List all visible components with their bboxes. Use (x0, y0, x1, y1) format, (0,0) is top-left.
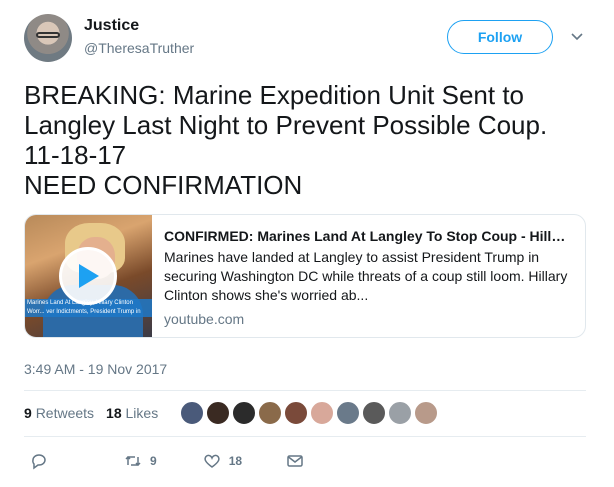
liker-avatar[interactable] (336, 401, 360, 425)
like-count: 18 (228, 454, 243, 468)
card-domain: youtube.com (164, 311, 245, 327)
liker-avatar[interactable] (362, 401, 386, 425)
tweet-timestamp[interactable]: 3:49 AM - 19 Nov 2017 (24, 361, 167, 377)
liker-avatar[interactable] (388, 401, 412, 425)
avatar[interactable] (24, 14, 72, 62)
retweet-button[interactable]: 9 (124, 452, 157, 470)
divider (24, 390, 586, 391)
liker-avatars (180, 401, 440, 425)
like-button[interactable]: 18 (203, 452, 242, 470)
liker-avatar[interactable] (414, 401, 438, 425)
card-body[interactable]: CONFIRMED: Marines Land At Langley To St… (152, 215, 582, 337)
retweets-label: Retweets (35, 405, 95, 421)
divider (24, 436, 586, 437)
liker-avatar[interactable] (232, 401, 256, 425)
chevron-down-icon[interactable] (570, 30, 584, 44)
liker-avatar[interactable] (310, 401, 334, 425)
retweet-count: 9 (150, 454, 157, 468)
reply-icon (32, 454, 46, 470)
liker-avatar[interactable] (258, 401, 282, 425)
avatar-glasses (36, 32, 60, 38)
likes-stat[interactable]: 18 Likes (106, 405, 158, 421)
tweet-text: BREAKING: Marine Expedition Unit Sent to… (24, 80, 548, 200)
card-thumbnail[interactable]: Marines Land At Langley, Hillary Clinton… (25, 215, 152, 337)
tweet-stats: 9 Retweets 18 Likes (24, 405, 158, 421)
liker-avatar[interactable] (180, 401, 204, 425)
heart-icon (204, 454, 220, 468)
card-title: CONFIRMED: Marines Land At Langley To St… (164, 228, 570, 244)
tweet-actions: 9 18 (24, 452, 304, 470)
envelope-icon (287, 455, 303, 467)
liker-avatar[interactable] (206, 401, 230, 425)
tweet: Justice @TheresaTruther Follow BREAKING:… (0, 0, 614, 487)
user-handle[interactable]: @TheresaTruther (84, 40, 194, 56)
retweets-count: 9 (24, 405, 32, 421)
link-card[interactable]: Marines Land At Langley, Hillary Clinton… (24, 214, 586, 338)
follow-button[interactable]: Follow (447, 20, 553, 54)
retweets-stat[interactable]: 9 Retweets (24, 405, 94, 421)
display-name[interactable]: Justice (84, 17, 139, 35)
retweet-icon (125, 455, 141, 467)
play-icon[interactable] (59, 247, 117, 305)
likes-label: Likes (125, 405, 159, 421)
likes-count: 18 (106, 405, 122, 421)
reply-button[interactable] (30, 452, 48, 470)
card-description: Marines have landed at Langley to assist… (164, 249, 568, 303)
message-button[interactable] (286, 452, 304, 470)
liker-avatar[interactable] (284, 401, 308, 425)
